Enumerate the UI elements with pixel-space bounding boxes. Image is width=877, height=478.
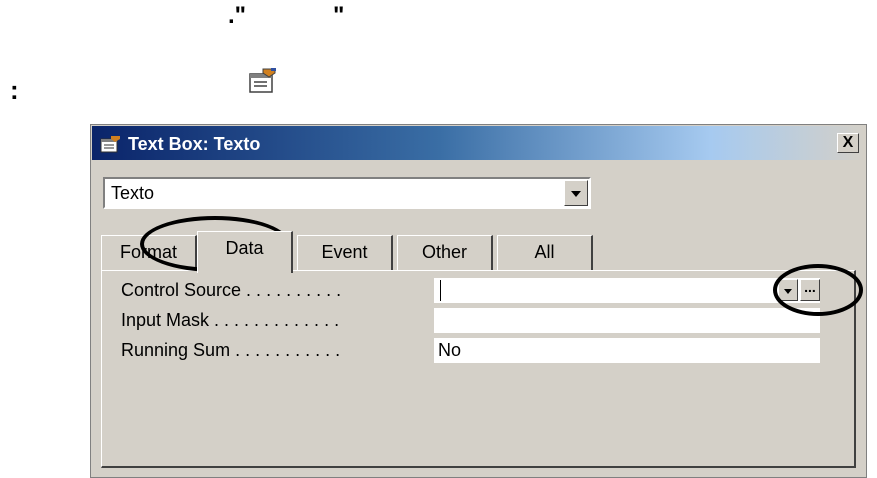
colon-mark: : (10, 75, 19, 105)
tab-label: Event (321, 242, 368, 262)
tab-label: Data (225, 238, 264, 258)
close-icon: X (842, 134, 854, 151)
tab-label: All (534, 242, 555, 262)
properties-icon (100, 136, 120, 153)
object-selector[interactable]: Texto (103, 177, 591, 209)
tab-data[interactable]: Data (197, 231, 293, 273)
object-selector-dropdown-button[interactable] (564, 180, 588, 206)
property-row-control-source[interactable]: Control Source . . . . . . . . . . ... (109, 278, 829, 304)
quote-mark-right: " (333, 2, 345, 29)
object-selector-value: Texto (111, 183, 155, 203)
control-source-field[interactable]: ... (434, 278, 820, 303)
title-bar[interactable]: Text Box: Texto X (92, 126, 865, 160)
tab-label: Other (421, 242, 468, 262)
close-button[interactable]: X (837, 133, 859, 153)
property-value: No (438, 340, 462, 360)
property-label: Input Mask . . . . . . . . . . . . . (121, 310, 340, 330)
property-label: Running Sum . . . . . . . . . . . (121, 340, 341, 360)
highlight-ellipse-builder-buttons (773, 264, 863, 316)
properties-window: Text Box: Texto X Texto Format Data Even… (90, 124, 867, 478)
property-row-running-sum[interactable]: Running Sum . . . . . . . . . . . No (109, 338, 829, 364)
running-sum-field[interactable]: No (434, 338, 820, 363)
tab-all[interactable]: All (497, 235, 593, 271)
input-mask-field[interactable] (434, 308, 820, 333)
tab-event[interactable]: Event (297, 235, 393, 271)
text-cursor (440, 280, 441, 301)
window-title: Text Box: Texto (128, 134, 261, 154)
property-row-input-mask[interactable]: Input Mask . . . . . . . . . . . . . (109, 308, 829, 334)
property-label: Control Source . . . . . . . . . . (121, 280, 342, 300)
chevron-down-icon (571, 191, 581, 197)
quote-mark-left: ." (228, 2, 247, 29)
properties-icon[interactable] (247, 65, 279, 97)
tab-other[interactable]: Other (397, 235, 493, 271)
